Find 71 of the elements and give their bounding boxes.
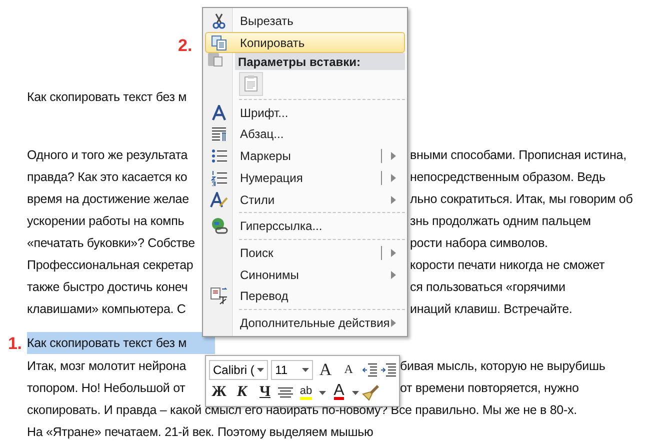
dropdown-caret-icon bbox=[319, 390, 326, 394]
document-text: знь продолжать одним пальцем bbox=[410, 213, 591, 230]
underline-button[interactable]: Ч bbox=[255, 382, 275, 402]
document-text: от времени повторяется, нужно bbox=[400, 380, 579, 397]
menu-item[interactable]: Абзац... bbox=[205, 124, 405, 146]
document-text: ускорении работы на компь bbox=[27, 213, 184, 230]
copy-icon bbox=[211, 34, 227, 51]
document-text: льно сократиться. Итак, мы говорим об bbox=[410, 191, 633, 208]
highlight-button[interactable]: ab bbox=[296, 382, 316, 402]
step-number: 1. bbox=[8, 333, 22, 355]
clipboard-icon bbox=[207, 51, 223, 68]
document-text: Одного и того же результата bbox=[27, 147, 188, 164]
styles-icon bbox=[210, 192, 228, 208]
submenu-arrow-icon bbox=[391, 319, 396, 328]
document-text: правда? Как это касается ко bbox=[27, 169, 188, 186]
menu-item[interactable]: Маркеры bbox=[205, 145, 405, 168]
document-text: «печатать буковки»? Собстве bbox=[27, 235, 195, 252]
document-text: время на достижение желае bbox=[27, 191, 189, 208]
document-text: непосредственным образом. Ведь bbox=[410, 169, 606, 186]
menu-item[interactable]: Вырезать bbox=[205, 10, 405, 32]
italic-button[interactable]: К bbox=[232, 382, 252, 402]
center-align-icon[interactable] bbox=[278, 386, 293, 398]
font-color-button[interactable]: A bbox=[329, 382, 349, 402]
submenu-arrow-icon bbox=[391, 270, 396, 279]
translate-icon bbox=[210, 287, 228, 306]
submenu-arrow-icon bbox=[391, 152, 396, 160]
document-text: Как скопировать текст без м bbox=[27, 89, 188, 106]
document-text: топором. Но! Небольшой от bbox=[27, 380, 186, 397]
document-text: клавишами» компьютера. С bbox=[27, 301, 186, 318]
submenu-arrow-icon bbox=[391, 196, 396, 204]
grow-font-button[interactable]: A bbox=[316, 360, 336, 380]
menu-item[interactable]: Синонимы bbox=[205, 264, 405, 286]
document-text: Профессиональная секретар bbox=[27, 257, 194, 274]
submenu-arrow-icon bbox=[391, 174, 396, 182]
document-text: вными способами. Прописная истина, bbox=[410, 147, 626, 164]
font-size-field[interactable]: 11 bbox=[271, 360, 313, 380]
menu-item[interactable]: Перевод bbox=[205, 286, 405, 308]
document-text: также быстро достичь конеч bbox=[27, 279, 188, 296]
letter-icon bbox=[211, 104, 227, 121]
clipboard-icon bbox=[244, 75, 258, 92]
document-text: корости печати никогда не сможет bbox=[410, 257, 605, 274]
bullet-list-icon bbox=[211, 148, 227, 164]
dropdown-caret-icon bbox=[257, 368, 264, 372]
menu-item[interactable]: Шрифт... bbox=[205, 102, 405, 124]
dropdown-caret-icon bbox=[352, 390, 359, 394]
decrease-indent-icon[interactable] bbox=[362, 362, 378, 376]
menu-item[interactable]: Дополнительные действия bbox=[205, 312, 405, 334]
menu-item[interactable]: Стили bbox=[205, 188, 405, 210]
paragraph-icon bbox=[211, 126, 227, 142]
submenu-arrow-icon bbox=[391, 248, 396, 257]
document-text: инаций клавиш. Встречайте. bbox=[410, 301, 572, 318]
font-name-field[interactable]: Calibri ( bbox=[209, 360, 268, 380]
numbered-list-icon bbox=[211, 170, 227, 186]
scissors-icon bbox=[211, 12, 227, 29]
document-text: Как скопировать текст без м bbox=[27, 332, 215, 354]
globe-link-icon bbox=[210, 217, 228, 236]
menu-item[interactable]: Нумерация bbox=[205, 167, 405, 189]
brush-icon[interactable] bbox=[362, 384, 380, 402]
menu-item[interactable]: Поиск bbox=[205, 242, 405, 264]
document-text: бивая мысль, которую не вырубишь bbox=[400, 358, 606, 375]
increase-indent-icon[interactable] bbox=[380, 362, 396, 376]
menu-item[interactable]: Гиперссылка... bbox=[205, 215, 405, 238]
bold-button[interactable]: Ж bbox=[209, 382, 229, 402]
document-text: рости набора символов. bbox=[410, 235, 548, 252]
document-text: На «Ятране» печатаем. 21-й век. Поэтому выделяем мышью bbox=[27, 424, 374, 441]
step-number: 2. bbox=[178, 36, 192, 56]
document-text: Итак, мозг молотит нейрона bbox=[27, 358, 186, 375]
dropdown-caret-icon bbox=[302, 368, 309, 372]
menu-item[interactable]: Копировать bbox=[205, 32, 405, 54]
document-text: ся пользоваться «горячими bbox=[410, 279, 566, 296]
shrink-font-button[interactable]: A bbox=[338, 360, 359, 380]
